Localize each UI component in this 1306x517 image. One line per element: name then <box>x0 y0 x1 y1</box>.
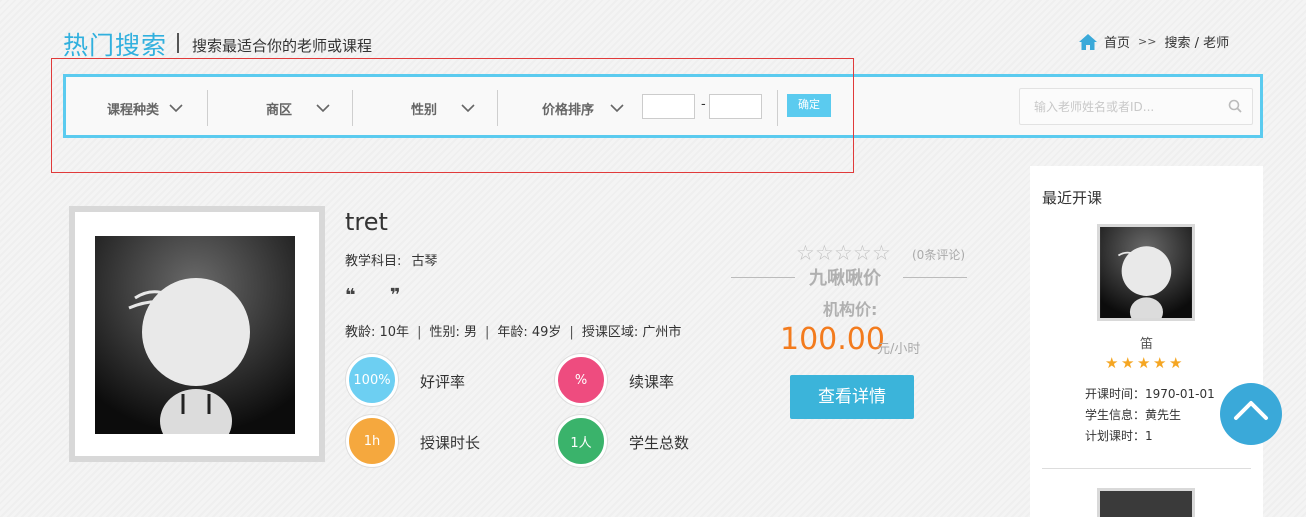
star-icon: ★ <box>1169 354 1183 372</box>
subject-value: 古琴 <box>411 254 438 269</box>
price-sort-label: 价格排序 <box>542 102 595 118</box>
student-count-badge: 1人 <box>555 415 607 467</box>
price-min-input[interactable] <box>642 94 695 119</box>
star-icon: ★ <box>1153 354 1167 372</box>
chevron-down-icon <box>316 103 330 112</box>
back-to-top-button[interactable] <box>1220 383 1282 445</box>
price-unit: 元/小时 <box>877 342 921 357</box>
title-divider <box>177 33 179 53</box>
teacher-rating-stars: ☆ ☆ ☆ ☆ ☆ <box>796 242 891 264</box>
district-label: 商区 <box>266 102 293 118</box>
course-student-info: 学生信息：黄先生 <box>1085 408 1182 422</box>
brand-divider-right <box>903 277 967 278</box>
star-icon: ★ <box>1137 354 1151 372</box>
teacher-subject: 教学科目: 古琴 <box>345 250 438 269</box>
course-type-label: 课程种类 <box>107 102 160 118</box>
filter-divider <box>352 90 353 126</box>
sidebar-title: 最近开课 <box>1042 189 1103 207</box>
teaching-hours-badge: 1h <box>346 415 398 467</box>
page-title: 热门搜索 <box>63 31 168 60</box>
breadcrumb-separator: >> <box>1138 35 1157 48</box>
arrow-up-icon <box>1234 401 1268 420</box>
search-icon[interactable] <box>1228 99 1242 113</box>
gender-label: 性别 <box>411 102 438 118</box>
brand-price-label: 九啾啾价 <box>809 268 881 289</box>
breadcrumb-current: 搜索 / 老师 <box>1164 36 1230 51</box>
recent-courses-sidebar: 最近开课 笛 ★ ★ ★ ★ ★ 开课时间：1970-01-01 学生信息：黄先… <box>1030 166 1263 517</box>
course-planned-hours: 计划课时：1 <box>1085 429 1153 443</box>
star-icon: ★ <box>1105 354 1119 372</box>
quote-icon: ❝ ❞ <box>345 285 415 306</box>
filter-divider <box>497 90 498 126</box>
teacher-age: 年龄: 49岁 <box>497 325 562 340</box>
teacher-avatar-frame[interactable] <box>69 206 325 462</box>
star-icon: ☆ <box>796 241 815 265</box>
star-icon: ☆ <box>815 241 834 265</box>
info-separator: | <box>484 325 490 340</box>
course-rating-stars: ★ ★ ★ ★ ★ <box>1105 354 1185 372</box>
gender-dropdown[interactable]: 性别 <box>411 91 475 125</box>
info-separator: | <box>569 325 574 340</box>
chevron-down-icon <box>169 103 183 112</box>
price-confirm-button[interactable]: 确定 <box>787 94 831 117</box>
filter-divider <box>777 90 778 126</box>
home-icon[interactable] <box>1078 33 1098 51</box>
teacher-avatar <box>95 236 295 434</box>
course-name[interactable]: 笛 <box>1030 333 1263 352</box>
teacher-gender: 性别: 男 <box>429 325 477 340</box>
teacher-name[interactable]: tret <box>345 208 388 236</box>
info-separator: | <box>417 325 422 340</box>
teacher-area: 授课区域: 广州市 <box>581 325 682 340</box>
chevron-down-icon <box>461 103 475 112</box>
teaching-hours-label: 授课时长 <box>420 434 481 452</box>
price-sort-dropdown[interactable]: 价格排序 <box>542 91 624 125</box>
view-details-button[interactable]: 查看详情 <box>790 375 914 419</box>
page-subtitle: 搜索最适合你的老师或课程 <box>192 37 373 55</box>
price-range-dash: - <box>701 97 706 112</box>
breadcrumb: 首页 >> 搜索 / 老师 <box>1078 32 1229 51</box>
course-avatar <box>1100 491 1192 517</box>
student-count-label: 学生总数 <box>629 434 690 452</box>
price-value: 100.00 <box>780 322 885 357</box>
breadcrumb-home-link[interactable]: 首页 <box>1104 32 1130 51</box>
district-dropdown[interactable]: 商区 <box>266 91 330 125</box>
star-icon: ☆ <box>872 241 891 265</box>
course-thumbnail[interactable] <box>1097 488 1195 517</box>
subject-label: 教学科目: <box>345 254 402 269</box>
filter-divider <box>207 90 208 126</box>
search-input[interactable] <box>1020 89 1220 124</box>
course-avatar <box>1100 227 1192 318</box>
sidebar-divider <box>1042 468 1251 469</box>
star-icon: ☆ <box>853 241 872 265</box>
teacher-search-box <box>1019 88 1253 125</box>
chevron-down-icon <box>610 103 624 112</box>
star-icon: ★ <box>1121 354 1135 372</box>
teacher-experience: 教龄: 10年 <box>345 325 410 340</box>
review-count[interactable]: (0条评论) <box>912 246 965 263</box>
renewal-rate-label: 续课率 <box>629 373 675 391</box>
star-icon: ☆ <box>834 241 853 265</box>
teacher-info-line: 教龄: 10年 | 性别: 男 | 年龄: 49岁 | 授课区域: 广州市 <box>345 321 681 340</box>
institution-price-label: 机构价: <box>823 300 878 319</box>
filter-bar: 课程种类 商区 性别 价格排序 - 确定 <box>63 74 1263 138</box>
positive-rate-label: 好评率 <box>420 373 466 391</box>
price-max-input[interactable] <box>709 94 762 119</box>
renewal-rate-badge: % <box>555 354 607 406</box>
brand-divider-left <box>731 277 795 278</box>
positive-rate-badge: 100% <box>346 354 398 406</box>
course-type-dropdown[interactable]: 课程种类 <box>107 91 183 125</box>
course-thumbnail[interactable] <box>1097 224 1195 321</box>
course-open-time: 开课时间：1970-01-01 <box>1085 387 1215 401</box>
